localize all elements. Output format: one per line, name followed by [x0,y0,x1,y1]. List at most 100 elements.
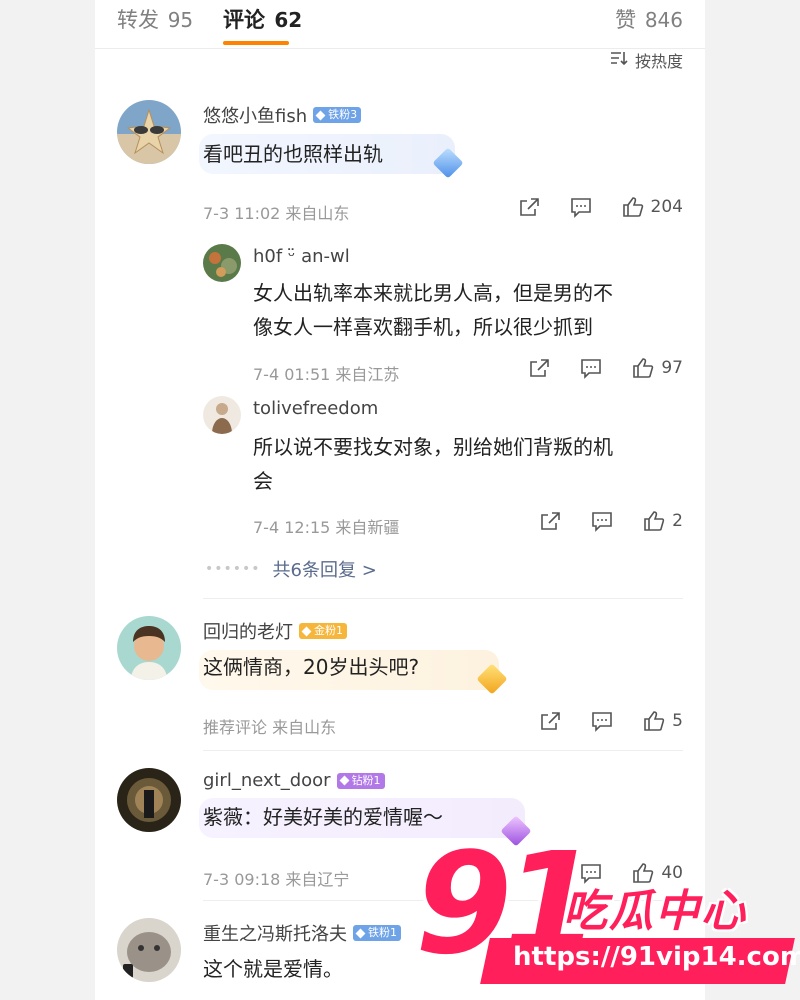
thumbs-up-icon [633,358,654,378]
comment-text: 这俩情商，20岁出头吧? [203,655,420,679]
avatar[interactable] [117,100,181,164]
comment-meta: 推荐评论 来自山东 [203,714,336,738]
comment-meta: 7-3 09:18 来自辽宁 [203,866,349,890]
comment-location: 来自山东 [285,204,350,223]
share-button[interactable] [538,510,562,532]
username-text: 回归的老灯 [203,622,293,643]
badge-gem-icon [301,626,312,636]
like-count: 97 [661,358,683,378]
like-count: 5 [672,711,683,731]
like-count: 2 [672,511,683,531]
comment-location: 来自山东 [272,718,337,737]
reply-text-line: 女人出轨率本来就比男人高，但是男的不 [253,281,613,305]
comment-text: 看吧丑的也照样出轨 [203,142,383,166]
comment-text: 紫薇：好美好美的爱情喔～ [203,805,443,829]
fan-badge: 铁粉1 [353,925,401,941]
tab-repost[interactable]: 转发 95 [117,4,193,34]
reply-button[interactable] [590,510,614,532]
thumbs-up-icon [622,197,643,217]
badge-gem-icon [339,775,350,786]
share-icon [519,198,539,216]
more-replies-link[interactable]: •••••• 共6条回复 > [205,556,377,582]
reply-username[interactable]: h0f ᵕ̈ an-wl [253,246,350,267]
comment-username[interactable]: 重生之冯斯托洛夫 铁粉1 [203,920,401,946]
reply-location: 来自江苏 [335,365,400,384]
like-button[interactable]: 2 [642,510,683,532]
badge-label: 钻粉1 [351,773,381,787]
comment-time: 推荐评论 [203,718,268,737]
reply-text-line: 像女人一样喜欢翻手机，所以很少抓到 [253,315,593,339]
reply-avatar[interactable] [203,396,241,434]
tab-likes-label: 赞 [615,8,637,32]
watermark: 91 吃瓜中心 https://91vip14.com [415,830,800,1000]
badge-label: 铁粉1 [368,926,397,939]
avatar[interactable] [117,918,181,982]
reply-time: 7-4 01:51 [253,365,331,384]
tab-comments[interactable]: 评论 62 [223,4,302,34]
share-button[interactable] [538,710,562,732]
fan-badge: 铁粉3 [313,107,362,123]
comment-username[interactable]: 回归的老灯 金粉1 [203,618,347,644]
tab-comments-label: 评论 [223,8,265,32]
fan-badge: 金粉1 [299,623,347,639]
tab-repost-label: 转发 [117,8,159,32]
comment-icon [592,512,612,532]
share-button[interactable] [527,357,551,379]
reply-text: 女人出轨率本来就比男人高，但是男的不 像女人一样喜欢翻手机，所以很少抓到 [253,276,613,344]
share-icon [541,712,560,730]
comment-meta: 7-3 11:02 来自山东 [203,200,349,224]
sort-label: 按热度 [634,52,683,71]
reply-username[interactable]: tolivefreedom [253,398,378,419]
comment-actions: 204 [489,196,683,218]
share-button[interactable] [517,196,541,218]
comment-username[interactable]: girl_next_door 钻粉1 [203,770,385,791]
comment-icon [592,712,612,732]
reply-text-line: 会 [253,469,273,493]
thumbs-up-icon [644,711,665,731]
fan-badge: 钻粉1 [336,772,385,789]
reply-avatar[interactable] [203,244,241,282]
like-button[interactable]: 5 [642,710,683,732]
reply-button[interactable] [569,196,593,218]
reply-meta: 7-4 12:15 来自新疆 [253,514,399,538]
tab-comments-count: 62 [274,8,303,32]
reply-location: 来自新疆 [335,518,400,537]
badge-gem-icon [315,110,326,120]
reply-actions: 97 [499,357,683,379]
tab-likes-count: 846 [644,8,683,32]
watermark-url: https://91vip14.com [513,942,800,972]
share-icon [541,512,560,530]
reply-button[interactable] [590,710,614,732]
tab-likes[interactable]: 赞 846 [615,4,683,34]
reply-username-text: tolivefreedom [253,398,379,419]
avatar[interactable] [117,768,181,832]
comment-icon [581,359,602,379]
sort-icon [609,50,629,70]
tab-bar: 转发 95 评论 62 赞 846 [95,0,705,49]
comment-icon [570,198,591,218]
username-text: 重生之冯斯托洛夫 [203,924,347,945]
like-button[interactable]: 97 [631,357,683,379]
comment-time: 7-3 11:02 [203,204,281,223]
reply-time: 7-4 12:15 [253,518,331,537]
badge-gem-icon [355,928,366,938]
reply-text: 所以说不要找女对象，别给她们背叛的机 会 [253,430,613,498]
username-text: 悠悠小鱼fish [203,106,308,127]
like-button[interactable]: 204 [621,196,683,218]
thumbs-up-icon [644,511,665,531]
tab-repost-count: 95 [167,8,194,32]
reply-button[interactable] [579,357,603,379]
comment-actions: 5 [510,710,683,732]
avatar[interactable] [117,616,181,680]
badge-label: 金粉1 [314,624,343,637]
more-replies-text: 共6条回复 > [272,560,377,581]
username-text: girl_next_door [203,770,331,791]
sort-toggle[interactable]: 按热度 [609,48,683,72]
comment-text: 这个就是爱情。 [203,957,343,981]
divider [203,598,683,599]
comment-username[interactable]: 悠悠小鱼fish 铁粉3 [203,102,362,128]
watermark-name: 吃瓜中心 [563,886,747,937]
reply-actions: 2 [510,510,683,532]
reply-meta: 7-4 01:51 来自江苏 [253,361,399,385]
comment-location: 来自辽宁 [285,870,350,889]
